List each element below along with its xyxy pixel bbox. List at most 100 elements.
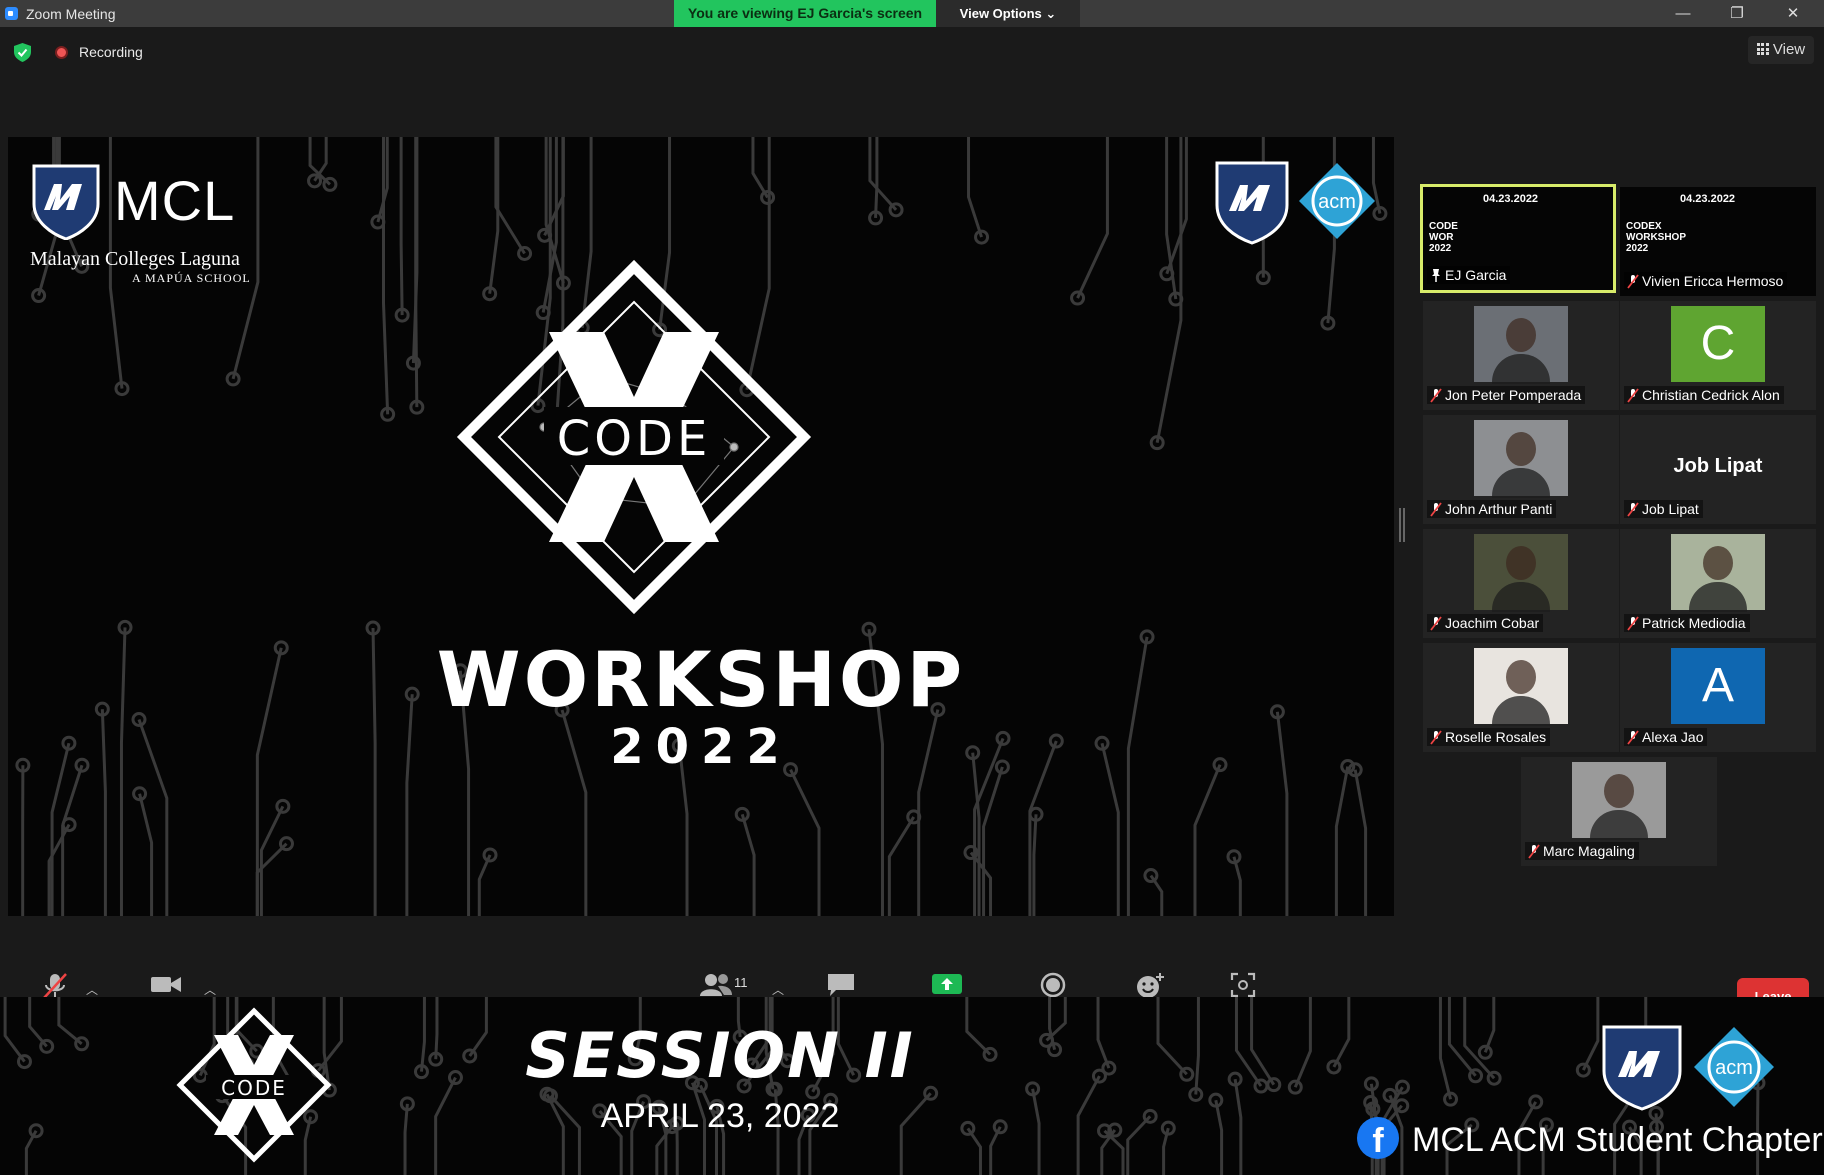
circuit-node (39, 1038, 55, 1054)
circuit-node (1528, 1094, 1544, 1110)
person-body (1492, 468, 1550, 498)
circuit-node (992, 1119, 1008, 1135)
person-silhouette (1506, 546, 1536, 580)
participant-name-label: Vivien Ericca Hermoso (1642, 273, 1784, 289)
zoom-app-icon (5, 7, 18, 20)
circuit-trace (259, 805, 285, 916)
participant-name: Marc Magaling (1525, 842, 1639, 860)
circuit-node (923, 1085, 939, 1101)
maximize-button[interactable]: ❐ (1714, 0, 1760, 27)
circuit-trace (477, 854, 492, 916)
circuit-trace (1250, 997, 1276, 1086)
banner-mcl-acm-logos: acm (1602, 1025, 1774, 1111)
muted-mic-icon (1430, 502, 1442, 517)
view-options-label: View Options (959, 6, 1042, 21)
participants-icon[interactable] (700, 972, 732, 998)
acm-label: acm (1318, 191, 1356, 213)
chapter-name: MCL ACM Student Chapter (1412, 1121, 1823, 1159)
session-date: APRIL 23, 2022 (600, 1097, 840, 1135)
participant-tile[interactable]: Jon Peter Pomperada (1423, 301, 1619, 410)
participant-tile[interactable]: A Alexa Jao (1620, 643, 1816, 752)
thumbnail-codex-text: CODE WOR 2022 (1429, 221, 1458, 254)
reactions-icon[interactable] (1136, 972, 1164, 1000)
participant-name-label: Christian Cedrick Alon (1642, 387, 1780, 403)
workshop-title: WORKSHOP (436, 635, 966, 724)
circuit-trace (874, 137, 879, 218)
participant-tile[interactable]: Job Lipat Job Lipat (1620, 415, 1816, 524)
circuit-trace (1194, 997, 1200, 1095)
apps-icon[interactable] (1230, 972, 1256, 998)
circuit-trace (965, 997, 992, 1056)
circuit-trace (399, 137, 404, 316)
mcl-tagline: A MAPÚA SCHOOL (132, 271, 251, 285)
participant-name: Alexa Jao (1624, 728, 1708, 746)
circuit-trace (1232, 856, 1242, 916)
panel-resize-handle[interactable] (1399, 508, 1405, 542)
person-body (1492, 696, 1550, 726)
participant-tile[interactable]: Roselle Rosales (1423, 643, 1619, 752)
muted-mic-icon (1627, 274, 1639, 289)
record-icon[interactable] (1040, 972, 1066, 998)
circuit-trace (967, 137, 983, 238)
microphone-muted-icon[interactable] (42, 972, 68, 1000)
participants-chevron-icon[interactable]: ︿ (772, 981, 784, 998)
participant-name: Roselle Rosales (1427, 728, 1551, 746)
participant-tile[interactable]: 04.23.2022 CODE WOR 2022 EJ Garcia (1420, 184, 1616, 293)
circuit-trace (1353, 769, 1368, 916)
share-screen-icon[interactable] (932, 972, 962, 996)
participant-tile[interactable]: Joachim Cobar (1423, 529, 1619, 638)
circuit-node (462, 1048, 478, 1064)
close-window-button[interactable]: ✕ (1770, 0, 1816, 27)
participant-tile[interactable]: Patrick Mediodia (1620, 529, 1816, 638)
circuit-node (74, 1036, 90, 1052)
participant-name-label: John Arthur Panti (1445, 501, 1553, 517)
banner-acm-label: acm (1715, 1057, 1753, 1079)
minimize-button[interactable]: — (1660, 0, 1706, 27)
participant-name: Jon Peter Pomperada (1427, 386, 1586, 404)
video-options-chevron-icon[interactable]: ︿ (204, 981, 216, 998)
circuit-trace (28, 997, 48, 1048)
circuit-trace (3, 997, 26, 1063)
circuit-trace (1126, 1115, 1152, 1175)
view-label: View (1772, 41, 1806, 58)
circuit-trace (751, 137, 769, 199)
participant-name-label: Patrick Mediodia (1642, 615, 1746, 631)
audio-options-chevron-icon[interactable]: ︿ (86, 981, 98, 998)
participant-tile[interactable]: Marc Magaling (1521, 757, 1717, 866)
person-body (1689, 582, 1747, 612)
participant-count: 11 (734, 975, 748, 990)
view-layout-button[interactable]: View (1748, 36, 1814, 64)
circuit-trace (434, 1076, 457, 1175)
participant-name-label: Jon Peter Pomperada (1445, 387, 1582, 403)
view-options-button[interactable]: View Options ⌄ (936, 0, 1080, 27)
participant-name-label: EJ Garcia (1445, 267, 1507, 283)
pin-icon (1432, 269, 1440, 282)
circuit-trace (1233, 1078, 1243, 1175)
circuit-trace (1581, 997, 1600, 1071)
circuit-trace (1076, 1075, 1101, 1175)
person-silhouette (1703, 546, 1733, 580)
participant-tile[interactable]: John Arthur Panti (1423, 415, 1619, 524)
participant-video (1474, 534, 1568, 612)
chevron-down-icon: ⌄ (1045, 6, 1057, 21)
encryption-shield-icon[interactable] (14, 43, 31, 62)
mcl-acm-logos: acm (1215, 161, 1375, 245)
video-camera-icon[interactable] (150, 972, 182, 996)
thumbnail-date: 04.23.2022 (1483, 193, 1539, 205)
mcl-full-name: Malayan Colleges Laguna (30, 248, 240, 270)
recording-label[interactable]: Recording (79, 44, 143, 60)
recording-icon (55, 46, 68, 59)
circuit-trace (434, 997, 439, 1060)
chat-icon[interactable] (826, 972, 856, 998)
muted-mic-icon (1430, 388, 1442, 403)
circuit-node (960, 1120, 976, 1136)
circuit-trace (1156, 997, 1188, 1076)
circuit-trace (740, 813, 756, 916)
person-body (1492, 582, 1550, 612)
participant-tile[interactable]: C Christian Cedrick Alon (1620, 301, 1816, 410)
circuit-trace (419, 997, 426, 1072)
participant-video (1671, 534, 1765, 612)
participant-tile[interactable]: 04.23.2022 CODEX WORKSHOP 2022 Vivien Eric… (1620, 187, 1816, 296)
circuit-trace (1483, 997, 1496, 1053)
participant-name: Joachim Cobar (1427, 614, 1544, 632)
